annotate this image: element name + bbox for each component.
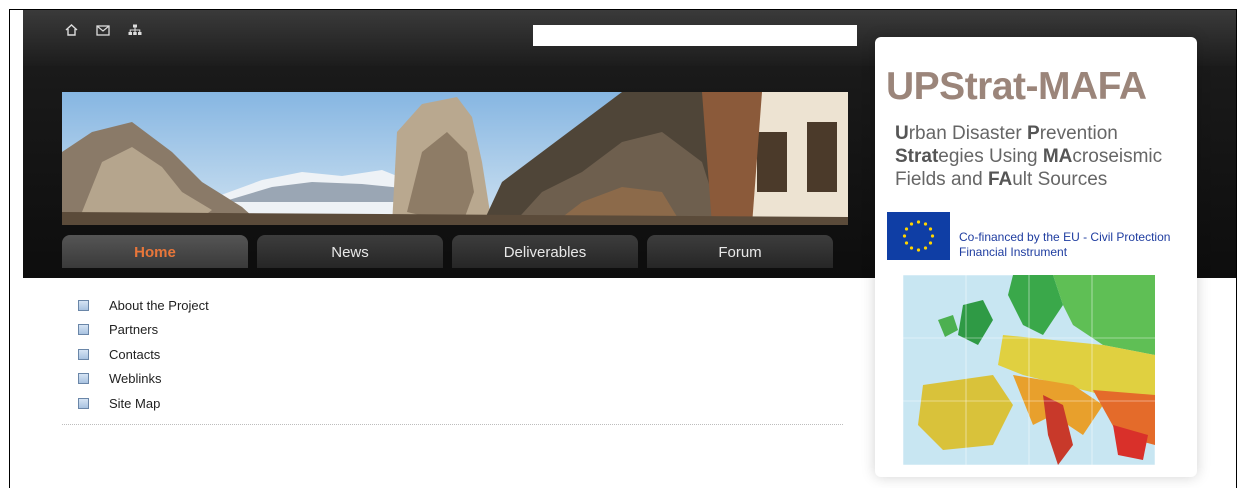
project-subtitle: Urban Disaster Prevention Strategies Usi… (895, 123, 1163, 190)
home-icon[interactable] (63, 23, 79, 37)
tab-news[interactable]: News (257, 235, 443, 268)
topbar-icons (63, 23, 143, 37)
tab-home[interactable]: Home (62, 235, 248, 268)
main-nav: Home News Deliverables Forum (62, 235, 833, 268)
bullet-icon (78, 348, 89, 360)
menu-link-sitemap[interactable]: Site Map (109, 396, 160, 411)
eu-flag-icon (887, 212, 950, 260)
tab-deliverables[interactable]: Deliverables (452, 235, 638, 268)
bullet-icon (78, 324, 89, 336)
tab-forum[interactable]: Forum (647, 235, 833, 268)
bullet-icon (78, 299, 89, 311)
bullet-icon (78, 397, 89, 409)
bullet-icon (78, 373, 89, 385)
list-item: Contacts (78, 342, 209, 367)
page-frame: Home News Deliverables Forum About the P… (9, 9, 1237, 488)
project-info-panel: UPStrat-MAFA Urban Disaster Prevention S… (875, 37, 1197, 477)
list-item: Site Map (78, 391, 209, 416)
content-divider (62, 424, 843, 425)
list-item: Weblinks (78, 367, 209, 392)
search-input[interactable] (533, 25, 857, 46)
list-item: Partners (78, 318, 209, 343)
eu-cofinance-text: Co-financed by the EU - Civil Protection… (959, 230, 1171, 259)
list-item: About the Project (78, 293, 209, 318)
menu-link-about[interactable]: About the Project (109, 298, 209, 313)
menu-link-contacts[interactable]: Contacts (109, 347, 160, 362)
mail-icon[interactable] (95, 23, 111, 37)
earthquake-banner-image (62, 92, 848, 225)
project-logo-title: UPStrat-MAFA (886, 65, 1147, 108)
menu-link-weblinks[interactable]: Weblinks (109, 371, 162, 386)
home-submenu: About the Project Partners Contacts Webl… (78, 293, 209, 416)
menu-link-partners[interactable]: Partners (109, 322, 158, 337)
europe-hazard-map-image (903, 275, 1155, 465)
sitemap-icon[interactable] (127, 23, 143, 37)
